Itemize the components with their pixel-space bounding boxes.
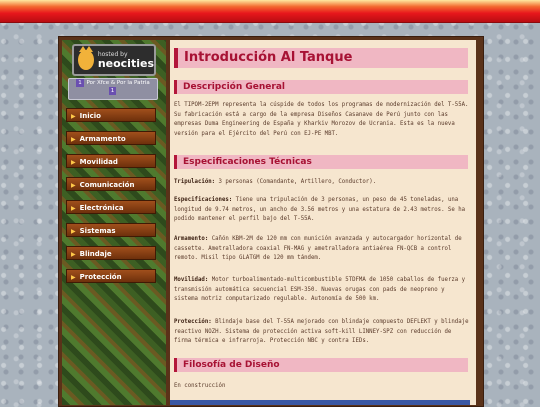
nav-label: Movilidad — [79, 158, 118, 166]
spec-movilidad: Movilidad: Motor turboalimentado-multico… — [174, 276, 470, 305]
nav-label: Armamento — [79, 135, 126, 143]
philosophy-paragraph: En construcción — [174, 383, 226, 389]
nav-item-armamento[interactable]: ▶ Armamento — [66, 131, 156, 145]
nav-label: Comunicación — [79, 181, 135, 189]
cat-icon — [78, 46, 94, 70]
nav-item-blindaje[interactable]: ▶ Blindaje — [66, 246, 156, 260]
nav-item-proteccion[interactable]: ▶ Protección — [66, 269, 156, 283]
spec-label: Especificaciones: — [174, 197, 233, 203]
spec-especificaciones: Especificaciones: Tiene una tripulación … — [174, 196, 470, 225]
spec-text: Cañón KBM-2M de 120 mm con munición avan… — [174, 236, 462, 262]
petition-number-2: 1 — [108, 87, 117, 95]
section-heading-filosofia: Filosofía de Diseño — [174, 358, 468, 372]
nav-item-movilidad[interactable]: ▶ Movilidad — [66, 154, 156, 168]
nav-item-inicio[interactable]: ▶ Inicio — [66, 108, 156, 122]
section-heading-descripcion: Descripción General — [174, 80, 468, 94]
spec-armamento: Armamento: Cañón KBM-2M de 120 mm con mu… — [174, 235, 470, 264]
spec-label: Tripulación: — [174, 179, 216, 185]
arrow-icon: ▶ — [71, 182, 76, 189]
nav-label: Electrónica — [79, 204, 124, 212]
nav-label: Inicio — [79, 112, 101, 120]
nav-item-comunicacion[interactable]: ▶ Comunicación — [66, 177, 156, 191]
nav-label: Protección — [79, 273, 122, 281]
spec-text: Motor turboalimentado-multicombustible 5… — [174, 277, 466, 303]
petition-number-1: 1 — [76, 79, 84, 87]
spec-text: Blindaje base del T-55A mejorado con bli… — [174, 319, 469, 345]
spec-text: 3 personas (Comandante, Artillero, Condu… — [218, 179, 377, 185]
arrow-icon: ▶ — [71, 136, 76, 143]
arrow-icon: ▶ — [71, 205, 76, 212]
petition-badge[interactable]: 1 Por Xfce & Por la Patria 1 — [68, 78, 158, 100]
arrow-icon: ▶ — [71, 251, 76, 258]
description-paragraph: El TIPOM-2EPM representa la cúspide de t… — [174, 102, 469, 137]
section-heading-especificaciones: Especificaciones Técnicas — [174, 155, 468, 169]
nav-item-sistemas[interactable]: ▶ Sistemas — [66, 223, 156, 237]
arrow-icon: ▶ — [71, 274, 76, 281]
spec-proteccion: Protección: Blindaje base del T-55A mejo… — [174, 318, 470, 347]
main-content: Introducción Al Tanque Descripción Gener… — [170, 40, 476, 405]
arrow-icon: ▶ — [71, 113, 76, 120]
arrow-icon: ▶ — [71, 228, 76, 235]
nav-label: Blindaje — [79, 250, 112, 258]
neocities-badge[interactable]: hosted by neocities — [72, 44, 156, 76]
nav-label: Sistemas — [79, 227, 116, 235]
page-title: Introducción Al Tanque — [174, 48, 468, 68]
top-banner — [0, 0, 540, 23]
spec-tripulacion: Tripulación: 3 personas (Comandante, Art… — [174, 178, 470, 188]
bottom-bar — [170, 400, 470, 405]
nav-item-electronica[interactable]: ▶ Electrónica — [66, 200, 156, 214]
arrow-icon: ▶ — [71, 159, 76, 166]
petition-text: Por Xfce & Por la Patria — [86, 80, 150, 86]
badge-brand-label: neocities — [97, 56, 154, 70]
spec-label: Movilidad: — [174, 277, 209, 283]
spec-label: Protección: — [174, 319, 212, 325]
spec-label: Armamento: — [174, 236, 209, 242]
